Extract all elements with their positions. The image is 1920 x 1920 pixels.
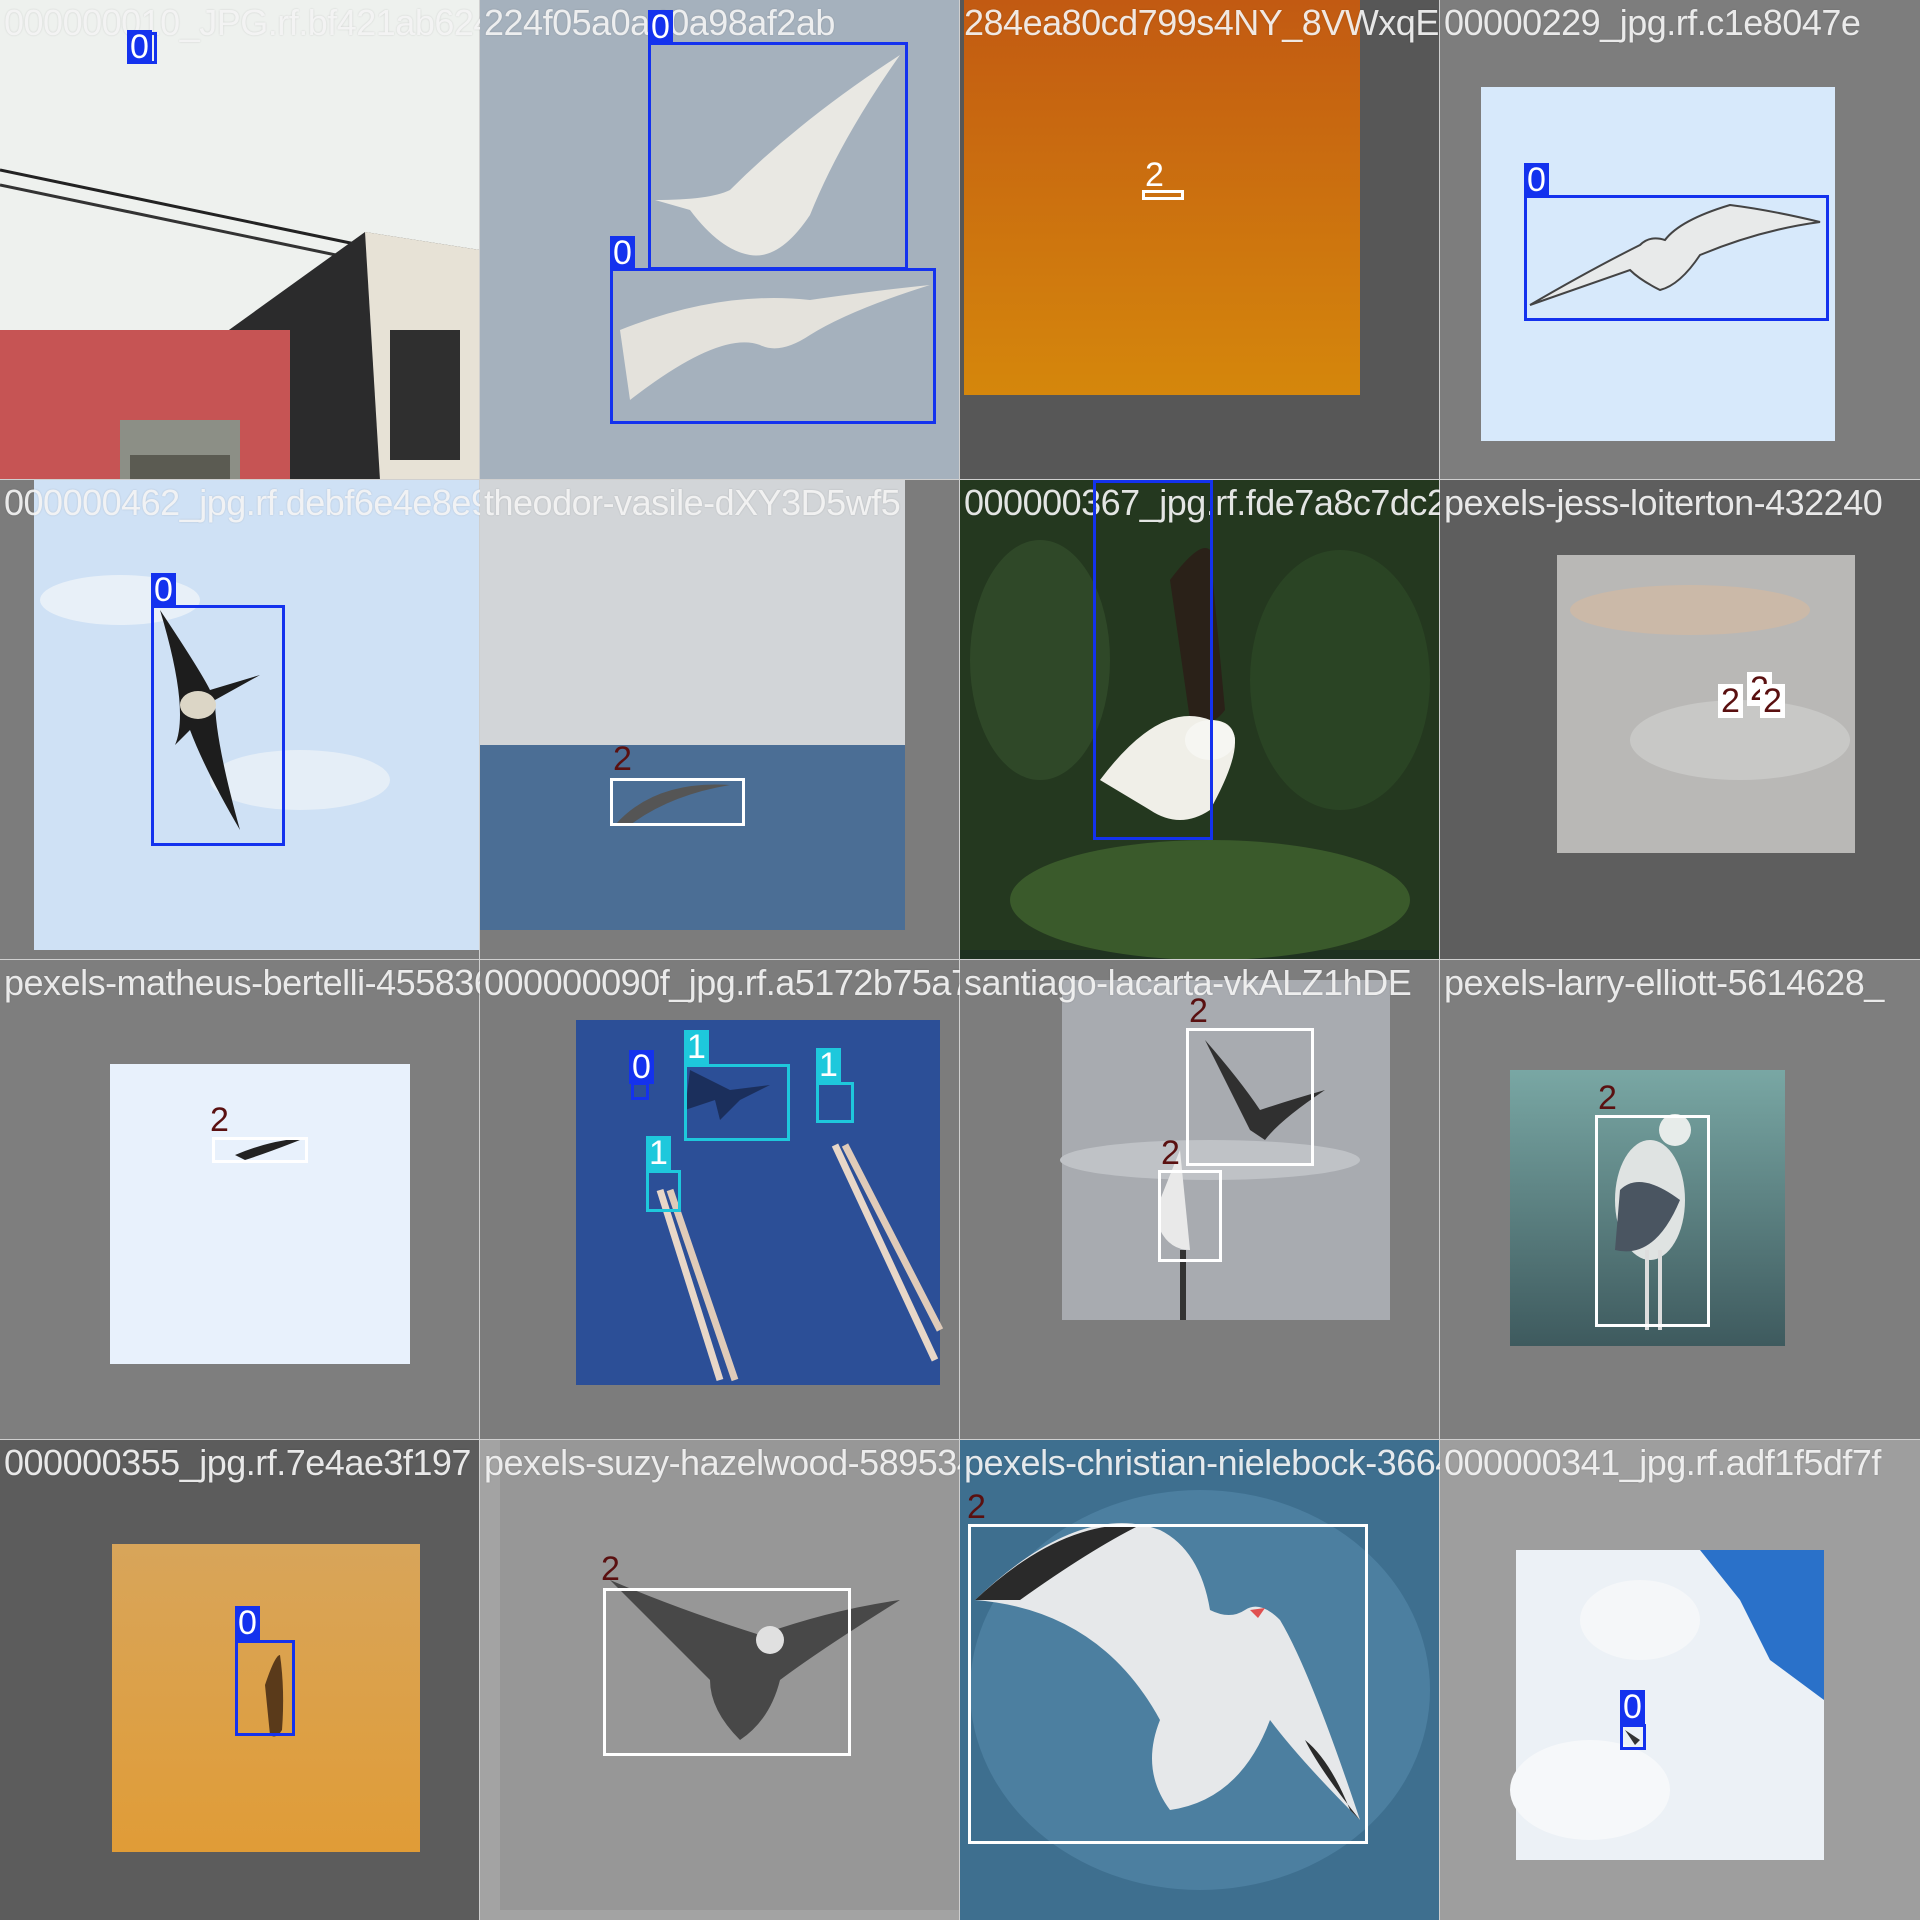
bbox — [151, 605, 285, 846]
tile-faint-bird: pexels-matheus-bertelli-4558360009 0f_jp… — [0, 959, 481, 1441]
bbox — [235, 1640, 295, 1736]
bbox — [648, 42, 908, 270]
bbox — [1595, 1115, 1710, 1327]
tile-grey-bird: pexels-suzy-hazelwood-5895349 2 — [479, 1439, 961, 1920]
class-label: 1 — [646, 1136, 671, 1170]
class-label: 0 — [648, 10, 673, 44]
clouds-blue-photo — [1440, 1440, 1920, 1920]
class-label: 0 — [127, 30, 152, 64]
clouds-photo — [1440, 480, 1920, 960]
tile-swans: 224f05a0a40a98af2ab 0 0 — [479, 0, 961, 481]
filename-label: 000000090f_jpg.rf.a5172b75a7 — [484, 962, 960, 1003]
class-label: 0 — [629, 1050, 654, 1084]
tile-orange-sky: 284ea80cd799s4NY_8VWxqE7g-00 2 — [959, 0, 1441, 481]
tile-stork: 000000462_jpg.rf.debf6e4e8e94a67 1bsf14d… — [0, 479, 481, 961]
class-label: 1 — [816, 1048, 841, 1082]
tile-desert-bird: 000000355_jpg.rf.7e4ae3f197 0 — [0, 1439, 481, 1920]
filename-label: 00000229_jpg.rf.c1e8047e — [1444, 2, 1861, 43]
bbox — [603, 1588, 851, 1756]
class-label: 2 — [1760, 684, 1785, 718]
filename-label: 000000462_jpg.rf.debf6e4e8e94a67 1bsf14d… — [4, 482, 480, 523]
class-label: 0 — [235, 1606, 260, 1640]
tile-eagle: 000000367_jpg.rf.fde7a8c7dc21d1sb1s63itf… — [959, 479, 1441, 961]
class-label: 2 — [613, 740, 632, 778]
class-label: 0 — [151, 573, 176, 607]
class-label: 2 — [1718, 684, 1743, 718]
bbox — [610, 268, 936, 424]
bbox — [1158, 1170, 1222, 1262]
filename-label: 000000341_jpg.rf.adf1f5df7f — [1444, 1442, 1881, 1483]
class-label: 2 — [1161, 1134, 1180, 1172]
class-label: 2 — [601, 1550, 620, 1588]
bbox — [1620, 1724, 1646, 1750]
tile-gull-standing: pexels-larry-elliott-5614628_ 2 — [1439, 959, 1920, 1441]
filename-label: pexels-suzy-hazelwood-5895349 — [484, 1442, 960, 1483]
filename-label: pexels-christian-nielebock-3664 — [964, 1442, 1440, 1483]
tile-big-gull: pexels-christian-nielebock-3664 2 — [959, 1439, 1441, 1920]
tile-building-wires: 000000010_JPG.rf.bf421ab62400703240-qbae… — [0, 0, 481, 481]
tile-clouds-small-bird: 000000341_jpg.rf.adf1f5df7f 0 — [1439, 1439, 1920, 1920]
filename-label: 000000355_jpg.rf.7e4ae3f197 — [4, 1442, 471, 1483]
filename-label: 284ea80cd799s4NY_8VWxqE7g-00 — [964, 2, 1440, 43]
filename-label: pexels-jess-loiterton-432240 — [1444, 482, 1883, 523]
detection-mosaic: 000000010_JPG.rf.bf421ab62400703240-qbae… — [0, 0, 1920, 1920]
bbox — [816, 1082, 854, 1123]
class-label: 0 — [1524, 163, 1549, 197]
class-label: 0 — [1620, 1690, 1645, 1724]
bbox — [1093, 480, 1213, 840]
tile-planes: 000000090f_jpg.rf.a5172b75a7 0 1 1 1 — [479, 959, 961, 1441]
sky-photo — [0, 960, 480, 1440]
tile-clouds-birds: pexels-jess-loiterton-432240 2 2 2 — [1439, 479, 1920, 961]
sunset-photo — [960, 0, 1440, 480]
class-label: 2 — [1189, 992, 1208, 1030]
class-label: 2 — [1145, 156, 1164, 194]
sea-photo — [480, 480, 960, 960]
planes-photo — [480, 960, 960, 1440]
filename-label: pexels-matheus-bertelli-4558360009 0f_jp… — [4, 962, 480, 1003]
bbox — [646, 1170, 681, 1212]
filename-label: pexels-larry-elliott-5614628_ — [1444, 962, 1884, 1003]
class-label: 2 — [967, 1488, 986, 1526]
bbox — [1524, 195, 1829, 321]
bbox — [684, 1064, 790, 1141]
class-label: 2 — [1598, 1079, 1617, 1117]
tile-sea: theodor-vasile-dXY3D5wf5 2 — [479, 479, 961, 961]
bbox — [212, 1137, 308, 1163]
class-label: 0 — [1093, 480, 1118, 482]
filename-label: theodor-vasile-dXY3D5wf5 — [484, 482, 901, 523]
class-label: 0 — [610, 236, 635, 270]
class-label: 1 — [684, 1030, 709, 1064]
tile-terns: santiago-lacarta-vkALZ1hDE 2 2 — [959, 959, 1441, 1441]
bbox — [968, 1524, 1368, 1844]
building-photo — [0, 0, 480, 480]
tile-gull-sky: 00000229_jpg.rf.c1e8047e 0 — [1439, 0, 1920, 481]
filename-label: 000000010_JPG.rf.bf421ab62400703240-qbae… — [4, 2, 480, 43]
bbox — [610, 778, 745, 826]
class-label: 2 — [210, 1101, 229, 1139]
bbox — [1186, 1028, 1314, 1166]
